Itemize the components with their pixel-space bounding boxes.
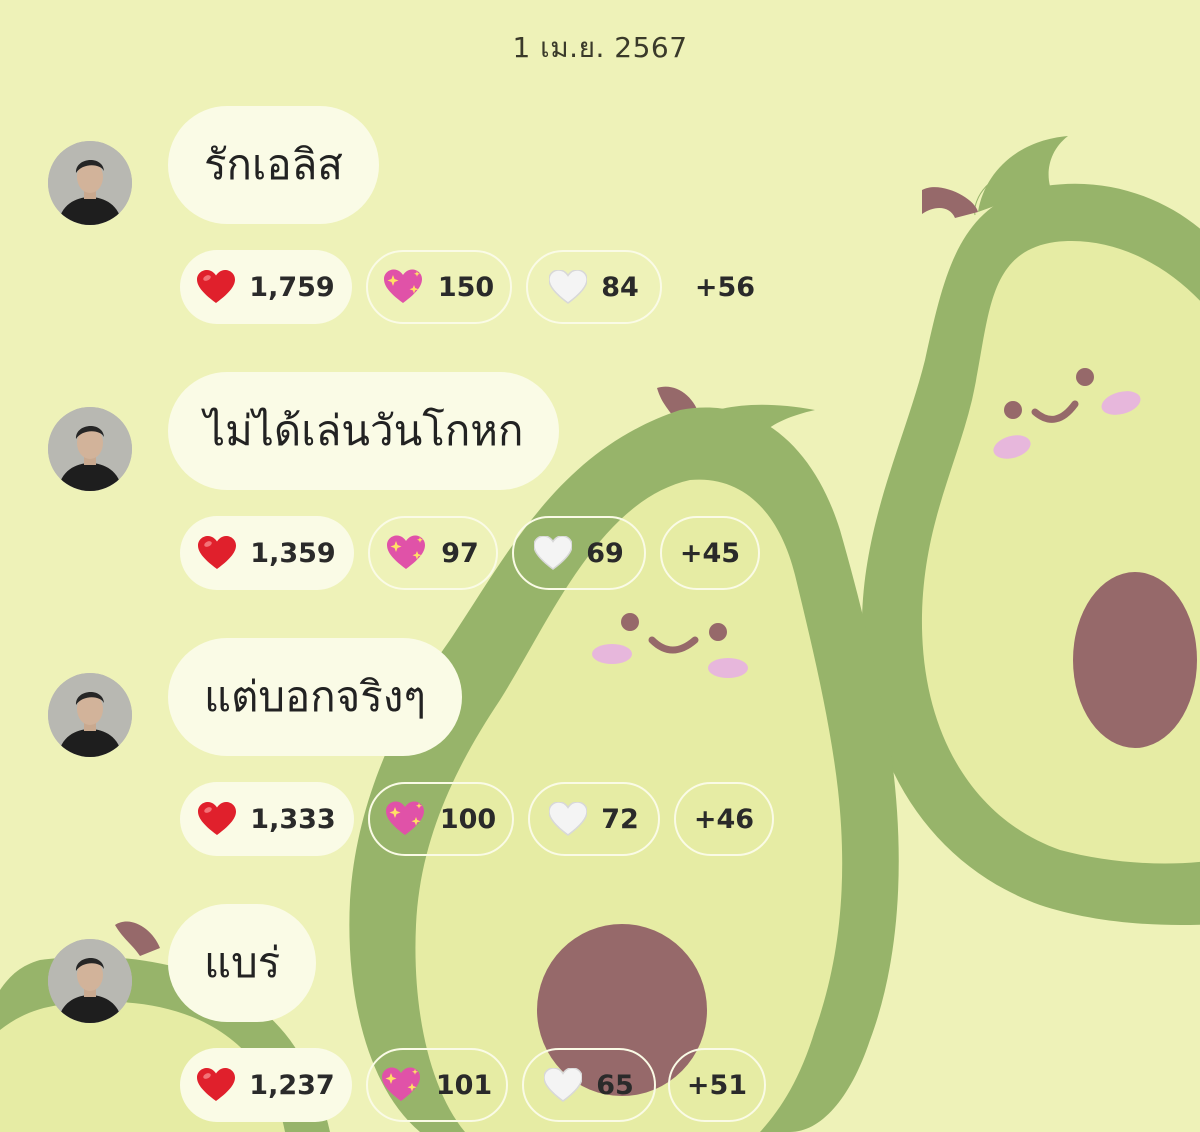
date-header: 1 เม.ย. 2567 xyxy=(512,31,688,64)
reaction-chip[interactable]: 1,359 xyxy=(180,516,354,590)
reaction-chip[interactable]: 97 xyxy=(368,516,498,590)
reaction-chip[interactable]: 72 xyxy=(528,782,660,856)
red-heart-icon xyxy=(197,270,236,304)
reaction-count: 100 xyxy=(439,803,497,835)
reaction-count: 1,359 xyxy=(250,537,336,569)
more-reactions-button[interactable]: +51 xyxy=(668,1048,766,1122)
sparkling-heart-icon xyxy=(381,1067,422,1103)
reaction-count: 97 xyxy=(441,537,479,569)
profile-photo-icon xyxy=(48,939,132,1023)
red-heart-icon xyxy=(197,1068,236,1102)
more-reactions-button[interactable]: +45 xyxy=(660,516,760,590)
red-heart-icon xyxy=(198,802,237,836)
sender-avatar[interactable] xyxy=(48,141,132,225)
more-reactions-button[interactable]: +56 xyxy=(676,250,774,324)
reaction-count: 101 xyxy=(435,1069,493,1101)
sparkling-heart-icon xyxy=(383,269,424,305)
reaction-count: 1,333 xyxy=(250,803,336,835)
sparkling-heart-icon xyxy=(385,801,426,837)
sparkling-heart-icon xyxy=(387,535,427,571)
message-bubble[interactable]: แบร่ xyxy=(168,904,317,1022)
white-heart-icon xyxy=(549,802,588,836)
reaction-chip[interactable]: 101 xyxy=(366,1048,508,1122)
sender-avatar[interactable] xyxy=(48,673,132,757)
red-heart-icon xyxy=(198,536,237,570)
profile-photo-icon xyxy=(48,141,132,225)
reaction-chip[interactable]: 84 xyxy=(526,250,662,324)
sender-avatar[interactable] xyxy=(48,939,132,1023)
white-heart-icon xyxy=(549,270,588,304)
reaction-chip[interactable]: 69 xyxy=(512,516,646,590)
message-bubble[interactable]: แต่บอกจริงๆ xyxy=(168,638,462,756)
message-bubble[interactable]: รักเอลิส xyxy=(168,106,379,224)
more-reactions-count: +51 xyxy=(686,1069,748,1101)
reaction-chip[interactable]: 1,333 xyxy=(180,782,354,856)
more-reactions-button[interactable]: +46 xyxy=(674,782,774,856)
reaction-chip[interactable]: 65 xyxy=(522,1048,656,1122)
reaction-count: 1,237 xyxy=(249,1069,335,1101)
reaction-chip[interactable]: 1,759 xyxy=(180,250,352,324)
white-heart-icon xyxy=(534,536,573,570)
reaction-chip[interactable]: 100 xyxy=(368,782,514,856)
reaction-count: 65 xyxy=(596,1069,634,1101)
white-heart-icon xyxy=(544,1068,583,1102)
reaction-chip[interactable]: 150 xyxy=(366,250,512,324)
more-reactions-count: +46 xyxy=(693,803,755,835)
reaction-chip[interactable]: 1,237 xyxy=(180,1048,352,1122)
reaction-count: 72 xyxy=(601,803,639,835)
more-reactions-count: +45 xyxy=(679,537,741,569)
profile-photo-icon xyxy=(48,673,132,757)
reaction-count: 69 xyxy=(586,537,624,569)
reaction-count: 84 xyxy=(601,271,639,303)
more-reactions-count: +56 xyxy=(694,271,756,303)
message-bubble[interactable]: ไม่ได้เล่นวันโกหก xyxy=(168,372,560,490)
sender-avatar[interactable] xyxy=(48,407,132,491)
profile-photo-icon xyxy=(48,407,132,491)
reaction-count: 150 xyxy=(437,271,495,303)
reaction-count: 1,759 xyxy=(249,271,335,303)
